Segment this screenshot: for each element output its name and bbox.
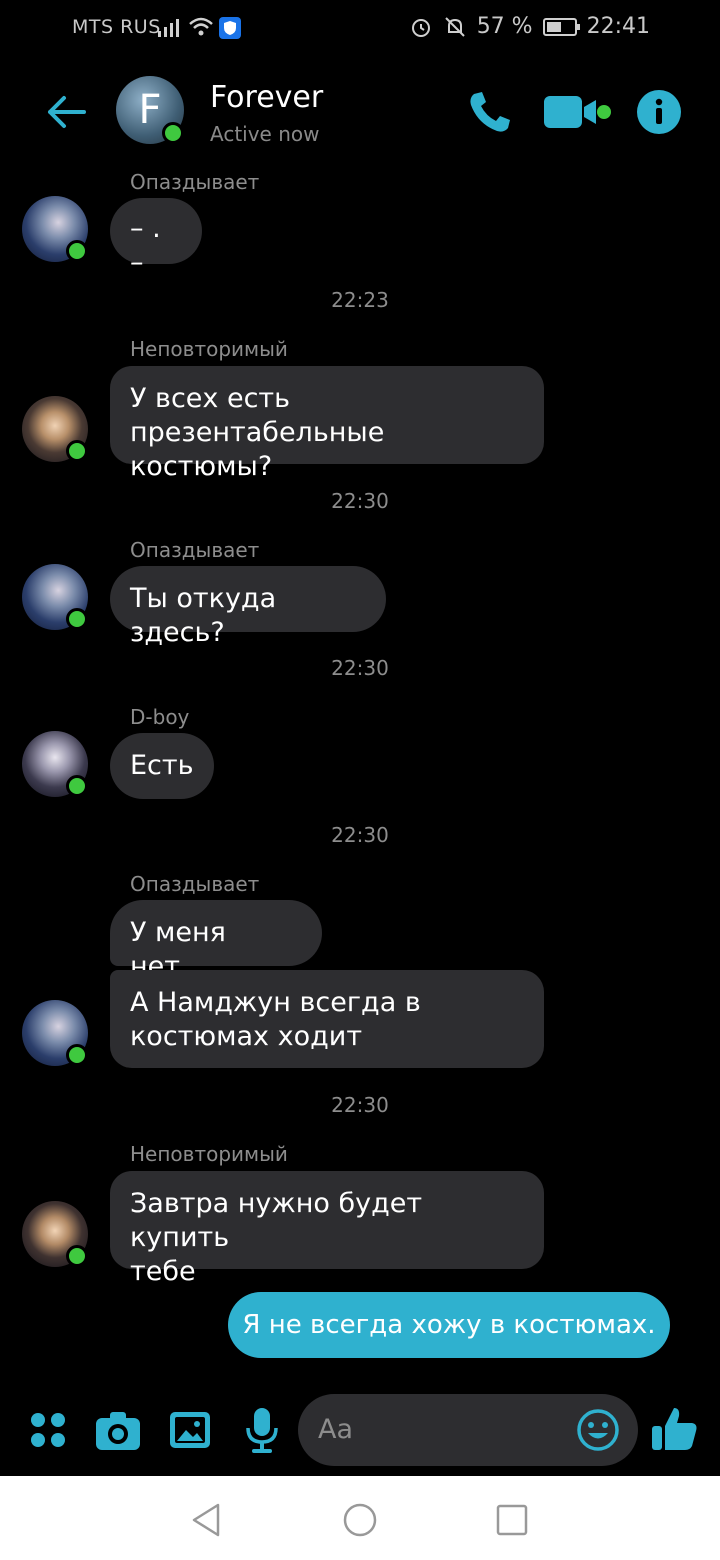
- input-placeholder: Aa: [318, 1414, 354, 1445]
- arrow-left-icon[interactable]: [44, 90, 88, 134]
- online-indicator: [66, 1245, 88, 1267]
- message-line: костюмах ходит: [130, 1021, 363, 1052]
- mute-bell-icon: [444, 16, 465, 37]
- status-bar: MTS RUS 57 % 22:41: [0, 0, 720, 56]
- message-bubble[interactable]: У всех есть презентабельные костюмы?: [110, 366, 544, 482]
- gallery-icon[interactable]: [166, 1406, 214, 1454]
- avatar[interactable]: [22, 731, 88, 797]
- nav-recents-icon[interactable]: [492, 1500, 532, 1540]
- online-indicator: [66, 440, 88, 462]
- chat-status: Active now: [210, 122, 320, 146]
- emoji-icon[interactable]: [576, 1408, 620, 1452]
- video-camera-icon[interactable]: [542, 86, 614, 138]
- message-bubble[interactable]: Есть: [110, 733, 214, 799]
- thumbs-up-icon[interactable]: [650, 1404, 700, 1454]
- online-indicator: [66, 1044, 88, 1066]
- online-indicator: [66, 608, 88, 630]
- carrier-label: MTS RUS: [72, 16, 161, 38]
- chat-header: F Forever Active now: [0, 60, 720, 160]
- message-bubble[interactable]: Завтра нужно будет купить тебе: [110, 1171, 544, 1287]
- avatar[interactable]: [22, 564, 88, 630]
- message-line: У всех есть презентабельные: [130, 383, 385, 448]
- timestamp: 22:30: [331, 489, 389, 513]
- sender-name: Неповторимый: [130, 1142, 288, 1166]
- timestamp: 22:30: [331, 823, 389, 847]
- avatar[interactable]: [22, 196, 88, 262]
- phone-icon[interactable]: [464, 86, 516, 138]
- avatar[interactable]: [22, 1201, 88, 1267]
- online-indicator: [66, 775, 88, 797]
- group-avatar[interactable]: F: [116, 76, 184, 144]
- avatar[interactable]: [22, 396, 88, 462]
- nav-back-icon[interactable]: [186, 1500, 226, 1540]
- timestamp: 22:23: [331, 288, 389, 312]
- message-bubble[interactable]: Ты откуда здесь?: [110, 566, 386, 648]
- sender-name: Опаздывает: [130, 538, 260, 562]
- sender-name: Опаздывает: [130, 170, 260, 194]
- composer-bar: Aa: [0, 1390, 720, 1476]
- vpn-shield-icon: [219, 17, 241, 39]
- message-input[interactable]: Aa: [298, 1394, 638, 1466]
- camera-icon[interactable]: [94, 1406, 142, 1454]
- microphone-icon[interactable]: [238, 1406, 286, 1454]
- info-icon[interactable]: [636, 89, 682, 135]
- signal-icon: [158, 17, 179, 37]
- battery-percent: 57 %: [476, 14, 533, 39]
- wifi-icon: [189, 17, 213, 36]
- message-bubble[interactable]: – . –: [110, 198, 202, 278]
- message-bubble[interactable]: А Намджун всегда в костюмах ходит: [110, 970, 544, 1068]
- sender-name: Опаздывает: [130, 872, 260, 896]
- timestamp: 22:30: [331, 1093, 389, 1117]
- online-indicator: [162, 122, 184, 144]
- alarm-icon: [411, 18, 430, 37]
- system-navigation-bar: [0, 1476, 720, 1560]
- online-indicator: [66, 240, 88, 262]
- nav-home-icon[interactable]: [340, 1500, 380, 1540]
- sender-name: D-boy: [130, 705, 190, 729]
- message-bubble[interactable]: У меня нет...: [110, 900, 322, 982]
- my-message-bubble[interactable]: Я не всегда хожу в костюмах.: [228, 1292, 670, 1358]
- message-line: костюмы?: [130, 451, 273, 482]
- battery-icon: [542, 17, 580, 36]
- message-line: Завтра нужно будет купить: [130, 1188, 423, 1253]
- sender-name: Неповторимый: [130, 337, 288, 361]
- message-line: А Намджун всегда в: [130, 987, 421, 1018]
- chat-title[interactable]: Forever: [210, 80, 323, 115]
- clock: 22:41: [586, 14, 650, 39]
- apps-icon[interactable]: [24, 1406, 72, 1454]
- timestamp: 22:30: [331, 656, 389, 680]
- avatar[interactable]: [22, 1000, 88, 1066]
- message-line: тебе: [130, 1256, 196, 1287]
